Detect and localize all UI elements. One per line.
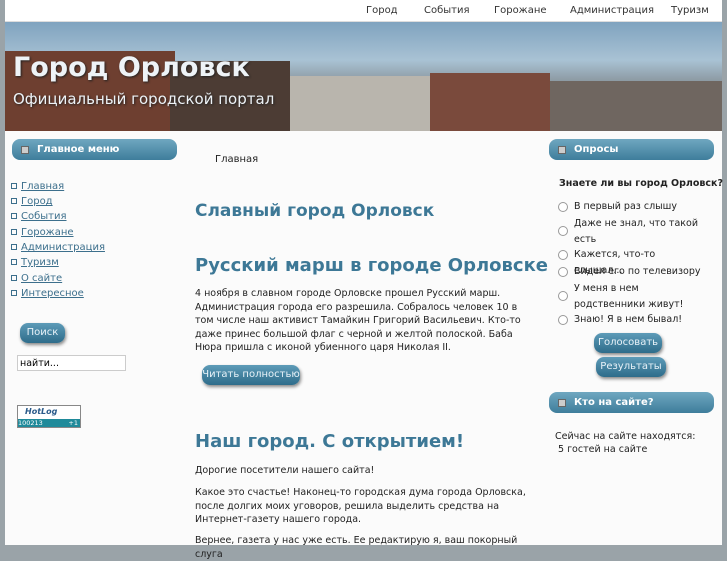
article-title[interactable]: Наш город. С открытием!	[195, 431, 464, 452]
bullet-icon	[11, 290, 17, 296]
radio-button[interactable]	[558, 250, 568, 260]
hotlog-logo: HotLog	[25, 407, 58, 416]
topnav-gorozhane[interactable]: Горожане	[494, 5, 547, 16]
menu-item-glavnaya[interactable]: Главная	[21, 181, 64, 192]
search-input[interactable]	[17, 355, 126, 371]
bullet-icon	[11, 275, 17, 281]
site-title[interactable]: Город Орловск	[13, 52, 250, 83]
hotlog-value: 100213	[18, 419, 43, 427]
radio-button[interactable]	[558, 315, 568, 325]
polls-header: Опросы	[549, 139, 714, 160]
bullet-icon	[11, 213, 17, 219]
vote-button[interactable]: Голосовать	[594, 333, 662, 353]
menu-item-turizm[interactable]: Туризм	[21, 257, 59, 268]
page-title: Славный город Орловск	[195, 201, 435, 221]
topnav-sobytiya[interactable]: События	[424, 5, 470, 16]
topnav-administratsiya[interactable]: Администрация	[570, 5, 654, 16]
header-banner: Город Орловск Официальный городской порт…	[5, 22, 722, 131]
poll-option[interactable]: В первый раз слышу	[558, 199, 702, 215]
hotlog-bar: 100213 +1	[18, 419, 80, 427]
article-title[interactable]: Русский марш в городе Орловске	[195, 255, 548, 276]
read-more-button[interactable]: Читать полностью	[202, 365, 300, 385]
poll-option-label: В первый раз слышу	[574, 201, 677, 212]
radio-button[interactable]	[558, 267, 568, 277]
poll-option[interactable]: Даже не знал, что такой есть	[558, 216, 702, 248]
results-button[interactable]: Результаты	[596, 357, 666, 377]
radio-button[interactable]	[558, 226, 568, 236]
guests-count: 5 гостей на сайте	[558, 444, 648, 455]
poll-option[interactable]: Знаю! Я в нем бывал!	[558, 312, 702, 328]
menu-item-gorozhane[interactable]: Горожане	[21, 227, 74, 238]
menu-item-gorod[interactable]: Город	[21, 196, 53, 207]
search-button[interactable]: Поиск	[20, 323, 65, 343]
breadcrumb: Главная	[215, 154, 259, 165]
article-text: 4 ноября в славном городе Орловске проше…	[195, 288, 521, 353]
who-online-header: Кто на сайте?	[549, 392, 714, 413]
article-text: Вернее, газета у нас уже есть. Ее редакт…	[195, 535, 518, 560]
bullet-icon	[11, 244, 17, 250]
poll-option-label: Видел его по телевизору	[574, 266, 701, 277]
bullet-icon	[11, 259, 17, 265]
radio-button[interactable]	[558, 202, 568, 212]
poll-option-label: Даже не знал, что такой есть	[574, 218, 698, 245]
bullet-icon	[11, 229, 17, 235]
radio-button[interactable]	[558, 291, 568, 301]
poll-option[interactable]: Видел его по телевизору	[558, 264, 702, 280]
article-text: Дорогие посетители нашего сайта!	[195, 465, 375, 476]
menu-item-o-saite[interactable]: О сайте	[21, 273, 62, 284]
poll-option[interactable]: У меня в нем родственники живут!	[558, 281, 709, 313]
site-subtitle: Официальный городской портал	[13, 90, 275, 108]
building-image	[430, 73, 550, 131]
poll-question: Знаете ли вы город Орловск?	[559, 178, 724, 189]
top-nav: Город События Горожане Администрация Тур…	[5, 0, 722, 22]
topnav-gorod[interactable]: Город	[366, 5, 398, 16]
article-text: Какое это счастье! Наконец-то городская …	[195, 487, 526, 525]
topnav-turizm[interactable]: Туризм	[671, 5, 709, 16]
main-menu-header: Главное меню	[12, 139, 177, 160]
who-online-text: Сейчас на сайте находятся:	[555, 431, 696, 442]
menu-item-sobytiya[interactable]: События	[21, 211, 67, 222]
hotlog-counter[interactable]: HotLog 100213 +1	[17, 405, 81, 428]
bullet-icon	[11, 198, 17, 204]
menu-item-interesnoe[interactable]: Интересное	[21, 288, 84, 299]
poll-option-label: Знаю! Я в нем бывал!	[574, 314, 683, 325]
hotlog-delta: +1	[68, 419, 78, 427]
bullet-icon	[11, 183, 17, 189]
menu-item-administratsiya[interactable]: Администрация	[21, 242, 105, 253]
poll-option-label: У меня в нем родственники живут!	[574, 283, 684, 310]
building-image	[290, 76, 430, 131]
building-image	[550, 81, 722, 131]
